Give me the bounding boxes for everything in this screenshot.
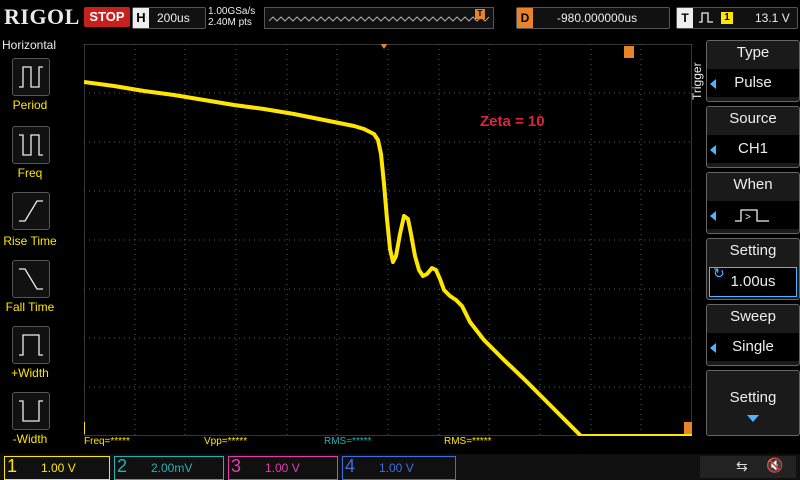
channel3-tab[interactable]: 3 1.00 V	[228, 456, 338, 480]
rise-time-label: Rise Time	[3, 234, 57, 248]
menu-sweep-value: Single	[707, 333, 799, 361]
sample-rate: 1.00GSa/s	[208, 6, 256, 17]
usb-icon: ⇆	[736, 458, 748, 474]
freq-label: Freq	[17, 166, 43, 180]
channel2-number: 2	[117, 456, 128, 476]
stat-rms-1: RMS=*****	[324, 436, 372, 447]
rise-time-icon	[19, 200, 43, 222]
pulse-icon	[699, 11, 713, 26]
delay-value: -980.000000us	[557, 11, 638, 25]
trigger-box[interactable]: T 1 13.1 V	[676, 7, 798, 29]
menu-sweep[interactable]: Sweep Single	[706, 304, 800, 366]
left-arrow-icon	[710, 145, 716, 155]
pulse-condition-icon: >	[735, 209, 769, 223]
stat-rms-2: RMS=*****	[444, 436, 492, 447]
trigger-label: T	[677, 8, 693, 28]
channel1-offset-marker[interactable]	[84, 422, 85, 434]
menu-setting-width[interactable]: Setting 1.00us ↻	[706, 238, 800, 300]
neg-width-button[interactable]	[12, 392, 50, 430]
neg-width-label: -Width	[12, 432, 48, 446]
menu-when-title: When	[733, 176, 773, 193]
menu-source[interactable]: Source CH1	[706, 106, 800, 168]
zeta-annotation: Zeta = 10	[480, 113, 545, 130]
menu-setting-more[interactable]: Setting	[706, 370, 800, 436]
channel2-tab[interactable]: 2 2.00mV	[114, 456, 224, 480]
svg-text:>: >	[745, 212, 751, 223]
channel4-tab[interactable]: 4 1.00 V	[342, 456, 456, 480]
period-label: Period	[12, 98, 48, 112]
left-arrow-icon	[710, 79, 716, 89]
freq-icon	[19, 134, 43, 156]
menu-type-value: Pulse	[707, 69, 799, 97]
stat-freq: Freq=*****	[84, 436, 130, 447]
mute-icon[interactable]: 🔇	[766, 457, 783, 474]
channel4-scale: 1.00 V	[379, 461, 414, 475]
memory-overview-bar[interactable]: T	[264, 7, 494, 29]
delay-box[interactable]: D -980.000000us	[516, 7, 670, 29]
measurement-stats: Freq=***** Vpp=***** RMS=***** RMS=*****	[84, 436, 692, 450]
measure-panel-title: Horizontal	[2, 38, 57, 52]
menu-when[interactable]: When >	[706, 172, 800, 234]
status-icons: ⇆ 🔇	[700, 456, 796, 478]
rise-time-button[interactable]	[12, 192, 50, 230]
menu-type-title: Type	[736, 44, 770, 61]
channel2-scale: 2.00mV	[151, 461, 193, 475]
delay-label: D	[517, 8, 533, 28]
rigol-logo: RIGOL	[4, 4, 80, 29]
channel3-scale: 1.00 V	[265, 461, 300, 475]
pos-width-button[interactable]	[12, 326, 50, 364]
down-arrow-icon	[747, 415, 759, 422]
trigger-position-marker: T	[475, 9, 485, 19]
channel1-number: 1	[7, 456, 18, 476]
menu-when-value: >	[707, 201, 799, 229]
channel1-tab[interactable]: 1 1.00 V	[4, 456, 110, 480]
menu-sweep-title: Sweep	[730, 308, 776, 325]
menu-source-title: Source	[729, 110, 777, 127]
menu-source-value: CH1	[707, 135, 799, 163]
menu-type[interactable]: Type Pulse	[706, 40, 800, 102]
stat-vpp: Vpp=*****	[204, 436, 248, 447]
horizontal-timebase[interactable]: H 200us	[132, 7, 206, 29]
channel-bar: 1 1.00 V 2 2.00mV 3 1.00 V 4 1.00 V ⇆ 🔇	[0, 454, 800, 480]
pos-width-icon	[19, 334, 43, 356]
trigger-ref-marker[interactable]	[684, 422, 692, 434]
freq-button[interactable]	[12, 126, 50, 164]
knob-icon: ↻	[713, 265, 725, 281]
fall-time-icon	[19, 268, 43, 290]
memory-waveform-icon	[268, 16, 490, 22]
channel3-number: 3	[231, 456, 242, 476]
trigger-menu: Type Pulse Source CH1 When > Setting 1.0…	[706, 36, 800, 454]
period-button[interactable]	[12, 58, 50, 96]
waveform-display[interactable]: Zeta = 10	[84, 44, 692, 436]
channel4-number: 4	[345, 456, 356, 476]
channel1-scale: 1.00 V	[41, 461, 76, 475]
period-icon	[19, 66, 43, 88]
menu-setting-more-title: Setting	[729, 389, 777, 406]
trigger-level-marker[interactable]	[624, 46, 634, 58]
sample-info: 1.00GSa/s 2.40M pts	[208, 6, 255, 28]
memory-depth: 2.40M pts	[208, 17, 252, 28]
trigger-level: 13.1 V	[755, 11, 790, 25]
left-arrow-icon	[710, 211, 716, 221]
trigger-menu-label: Trigger	[690, 62, 704, 100]
neg-width-icon	[19, 400, 43, 422]
left-arrow-icon	[710, 343, 716, 353]
menu-setting-title: Setting	[729, 242, 777, 259]
fall-time-button[interactable]	[12, 260, 50, 298]
horizontal-label: H	[133, 8, 149, 28]
timebase-value: 200us	[157, 11, 190, 25]
fall-time-label: Fall Time	[5, 300, 55, 314]
trigger-channel: 1	[721, 12, 733, 24]
run-stop-button[interactable]: STOP	[84, 7, 130, 27]
pos-width-label: +Width	[11, 366, 49, 380]
